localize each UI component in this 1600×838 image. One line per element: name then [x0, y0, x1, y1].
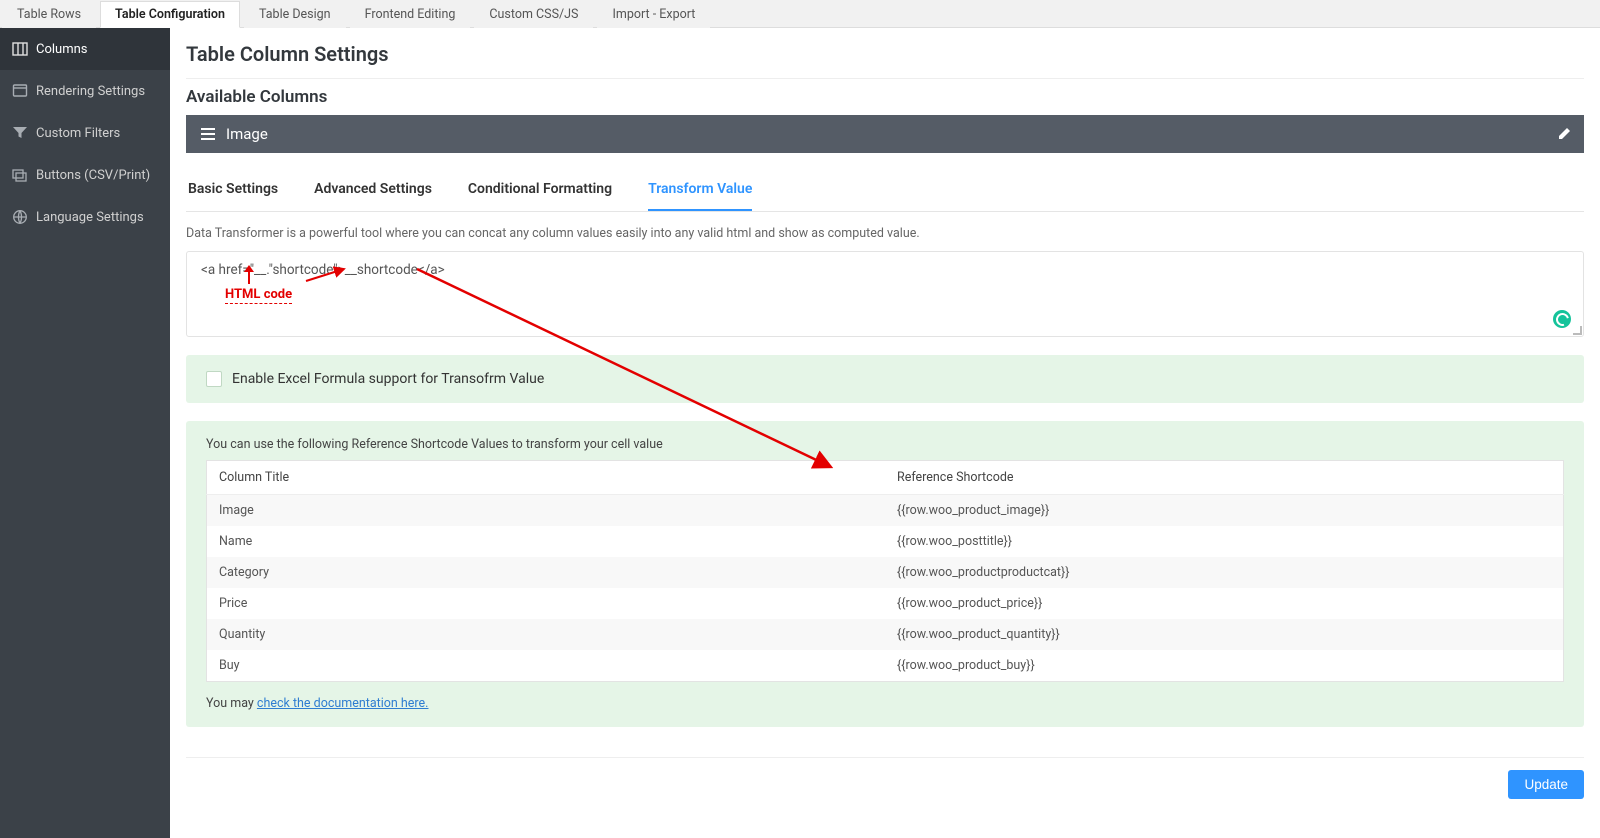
- sidebar-item-label: Columns: [36, 42, 88, 57]
- render-icon: [12, 83, 28, 99]
- reference-table: Column Title Reference Shortcode Image {…: [206, 460, 1564, 682]
- table-row: Price {{row.woo_product_price}}: [207, 588, 1564, 619]
- available-columns-heading: Available Columns: [186, 87, 1584, 107]
- top-tab-table-design[interactable]: Table Design: [244, 1, 346, 28]
- excel-formula-label: Enable Excel Formula support for Transof…: [232, 371, 544, 387]
- table-row: Quantity {{row.woo_product_quantity}}: [207, 619, 1564, 650]
- drag-handle-icon[interactable]: [200, 127, 216, 141]
- excel-formula-checkbox[interactable]: [206, 371, 222, 387]
- columns-icon: [12, 41, 28, 57]
- inner-tab-transform-value[interactable]: Transform Value: [648, 171, 752, 211]
- ref-title: Quantity: [207, 619, 886, 650]
- sidebar: Columns Rendering Settings Custom Filter…: [0, 28, 170, 838]
- top-tab-table-configuration[interactable]: Table Configuration: [100, 1, 240, 28]
- sidebar-item-rendering-settings[interactable]: Rendering Settings: [0, 70, 170, 112]
- language-icon: [12, 209, 28, 225]
- sidebar-item-label: Rendering Settings: [36, 84, 145, 99]
- ref-code: {{row.woo_productproductcat}}: [885, 557, 1564, 588]
- ref-col-title: Column Title: [207, 461, 886, 495]
- main-content: Table Column Settings Available Columns …: [170, 28, 1600, 838]
- top-tab-import-export[interactable]: Import - Export: [597, 1, 710, 28]
- ref-code: {{row.woo_product_quantity}}: [885, 619, 1564, 650]
- sidebar-item-label: Custom Filters: [36, 126, 120, 141]
- sidebar-item-columns[interactable]: Columns: [0, 28, 170, 70]
- filter-icon: [12, 125, 28, 141]
- table-row: Buy {{row.woo_product_buy}}: [207, 650, 1564, 682]
- inner-tab-basic-settings[interactable]: Basic Settings: [188, 171, 278, 211]
- top-tabs: Table Rows Table Configuration Table Des…: [0, 0, 1600, 28]
- table-row: Image {{row.woo_product_image}}: [207, 495, 1564, 527]
- accordion-header-image[interactable]: Image: [186, 115, 1584, 153]
- ref-title: Buy: [207, 650, 886, 682]
- transform-help-text: Data Transformer is a powerful tool wher…: [186, 226, 1584, 241]
- sidebar-item-buttons[interactable]: Buttons (CSV/Print): [0, 154, 170, 196]
- sidebar-item-label: Buttons (CSV/Print): [36, 168, 150, 183]
- sidebar-item-label: Language Settings: [36, 210, 144, 225]
- inner-tab-advanced-settings[interactable]: Advanced Settings: [314, 171, 432, 211]
- ref-code: {{row.woo_product_buy}}: [885, 650, 1564, 682]
- top-tab-table-rows[interactable]: Table Rows: [2, 1, 96, 28]
- ref-title: Category: [207, 557, 886, 588]
- excel-formula-panel: Enable Excel Formula support for Transof…: [186, 355, 1584, 403]
- top-tab-custom-css-js[interactable]: Custom CSS/JS: [474, 1, 593, 28]
- accordion-title: Image: [226, 125, 268, 143]
- update-button[interactable]: Update: [1508, 770, 1584, 799]
- ref-title: Name: [207, 526, 886, 557]
- textarea-resize-handle[interactable]: [1571, 324, 1583, 336]
- ref-code: {{row.woo_posttitle}}: [885, 526, 1564, 557]
- excel-formula-checkbox-row[interactable]: Enable Excel Formula support for Transof…: [206, 371, 1564, 387]
- inner-tab-conditional-formatting[interactable]: Conditional Formatting: [468, 171, 612, 211]
- ref-col-shortcode: Reference Shortcode: [885, 461, 1564, 495]
- grammarly-icon[interactable]: [1553, 310, 1571, 328]
- edit-icon[interactable]: [1558, 126, 1572, 140]
- reference-intro: You can use the following Reference Shor…: [206, 437, 1564, 452]
- buttons-icon: [12, 167, 28, 183]
- table-row: Category {{row.woo_productproductcat}}: [207, 557, 1564, 588]
- ref-title: Image: [207, 495, 886, 527]
- documentation-link-row: You may check the documentation here.: [206, 696, 1564, 711]
- page-title: Table Column Settings: [186, 42, 1584, 66]
- documentation-link[interactable]: check the documentation here.: [257, 696, 429, 711]
- doc-prefix: You may: [206, 696, 257, 711]
- sidebar-item-custom-filters[interactable]: Custom Filters: [0, 112, 170, 154]
- table-row: Name {{row.woo_posttitle}}: [207, 526, 1564, 557]
- top-tab-frontend-editing[interactable]: Frontend Editing: [350, 1, 471, 28]
- ref-code: {{row.woo_product_price}}: [885, 588, 1564, 619]
- reference-shortcodes-panel: You can use the following Reference Shor…: [186, 421, 1584, 727]
- update-bar: Update: [186, 758, 1584, 799]
- transform-value-content: <a href="__."shortcode">__shortcode</a>: [201, 262, 1569, 278]
- inner-tabs: Basic Settings Advanced Settings Conditi…: [186, 171, 1584, 212]
- transform-value-textarea[interactable]: <a href="__."shortcode">__shortcode</a>: [186, 251, 1584, 337]
- ref-code: {{row.woo_product_image}}: [885, 495, 1564, 527]
- sidebar-item-language-settings[interactable]: Language Settings: [0, 196, 170, 238]
- ref-title: Price: [207, 588, 886, 619]
